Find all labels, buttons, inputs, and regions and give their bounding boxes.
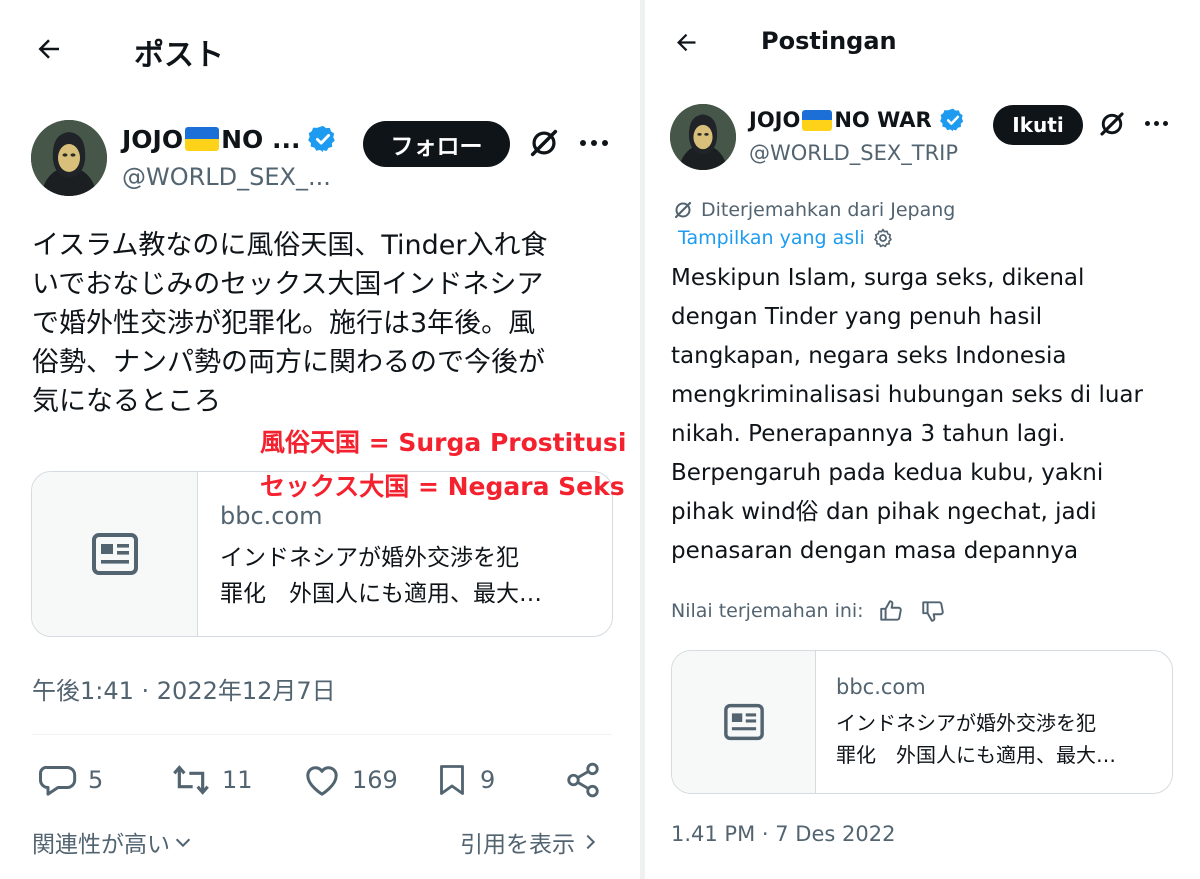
grok-icon[interactable]	[1097, 109, 1127, 143]
like-button[interactable]: 169	[302, 760, 398, 800]
like-count: 169	[352, 766, 398, 794]
thumbs-up-icon[interactable]	[878, 598, 904, 624]
indonesian-post-panel: Postingan JOJO NO WAR @WORLD_SEX_TRIP Ik…	[645, 0, 1200, 879]
author-name[interactable]: JOJO NO WAR	[749, 107, 966, 133]
card-domain: bbc.com	[836, 675, 926, 699]
rate-translation: Nilai terjemahan ini:	[671, 598, 946, 624]
chevron-down-icon	[175, 838, 191, 848]
article-icon	[91, 533, 138, 575]
reply-count: 5	[88, 766, 104, 794]
show-original-link[interactable]: Tampilkan yang asli	[678, 226, 895, 250]
chevron-right-icon	[586, 834, 596, 850]
translation-annotation: 風俗天国 = Surga Prostitusi	[260, 428, 627, 457]
more-icon[interactable]	[580, 140, 608, 146]
view-quotes-link[interactable]: 引用を表示	[460, 825, 601, 859]
page-title: ポスト	[134, 38, 224, 73]
verified-badge-icon	[308, 125, 336, 153]
grok-icon[interactable]	[527, 126, 561, 164]
translation-annotation: セックス大国 = Negara Seks	[260, 472, 625, 501]
repost-icon	[173, 765, 209, 795]
repost-count: 11	[222, 766, 253, 794]
follow-button[interactable]: フォロー	[363, 121, 510, 167]
back-button[interactable]	[673, 29, 700, 56]
translate-icon	[674, 201, 692, 219]
author-handle[interactable]: @WORLD_SEX_...	[122, 163, 331, 191]
translated-from-label: Diterjemahkan dari Jepang	[671, 198, 955, 222]
avatar[interactable]	[31, 120, 107, 196]
card-title-line: 罪化 外国人にも適用、最大…	[220, 581, 542, 607]
reply-icon	[38, 765, 77, 796]
card-title-line: インドネシアが婚外交渉を犯	[836, 711, 1096, 735]
japanese-post-panel: ポスト JOJO NO ... @WORLD_SEX_... フォロー イスラム…	[0, 0, 640, 879]
author-handle[interactable]: @WORLD_SEX_TRIP	[749, 141, 958, 165]
author-name[interactable]: JOJO NO ...	[122, 124, 338, 154]
back-arrow-icon	[677, 33, 696, 52]
thumbs-down-icon[interactable]	[920, 598, 946, 624]
tweet-text: イスラム教なのに風俗天国、Tinder入れ食 いでおなじみのセックス大国インドネ…	[32, 230, 548, 417]
avatar[interactable]	[670, 104, 736, 170]
reply-button[interactable]: 5	[38, 760, 103, 800]
follow-button[interactable]: Ikuti	[993, 105, 1083, 145]
repost-button[interactable]: 11	[170, 760, 253, 800]
link-card[interactable]: bbc.com インドネシアが婚外交渉を犯 罪化 外国人にも適用、最大…	[671, 650, 1173, 794]
translated-tweet-text: Meskipun Islam, surga seks, dikenal deng…	[671, 265, 1143, 564]
ukraine-flag-icon	[185, 127, 220, 151]
article-icon	[723, 703, 764, 741]
divider	[32, 734, 612, 735]
page-title: Postingan	[761, 27, 897, 55]
post-timestamp[interactable]: 午後1:41 · 2022年12月7日	[32, 671, 336, 706]
back-button[interactable]	[34, 34, 64, 64]
bookmark-count: 9	[480, 766, 496, 794]
card-domain: bbc.com	[220, 502, 323, 530]
verified-badge-icon	[939, 108, 963, 132]
back-arrow-icon	[38, 39, 59, 59]
like-icon	[306, 766, 338, 796]
bookmark-button[interactable]: 9	[434, 760, 495, 800]
relevance-sort-dropdown[interactable]: 関連性が高い	[32, 825, 194, 859]
more-icon[interactable]	[1145, 121, 1168, 126]
card-title-line: インドネシアが婚外交渉を犯	[220, 545, 519, 571]
share-icon	[567, 762, 599, 798]
gear-icon[interactable]	[871, 226, 895, 250]
card-thumbnail	[32, 472, 198, 636]
card-title-line: 罪化 外国人にも適用、最大…	[836, 743, 1116, 767]
card-thumbnail	[672, 651, 816, 793]
post-timestamp[interactable]: 1.41 PM · 7 Des 2022	[671, 822, 895, 846]
share-button[interactable]	[564, 761, 602, 799]
bookmark-icon	[440, 765, 464, 795]
ukraine-flag-icon	[802, 109, 833, 131]
